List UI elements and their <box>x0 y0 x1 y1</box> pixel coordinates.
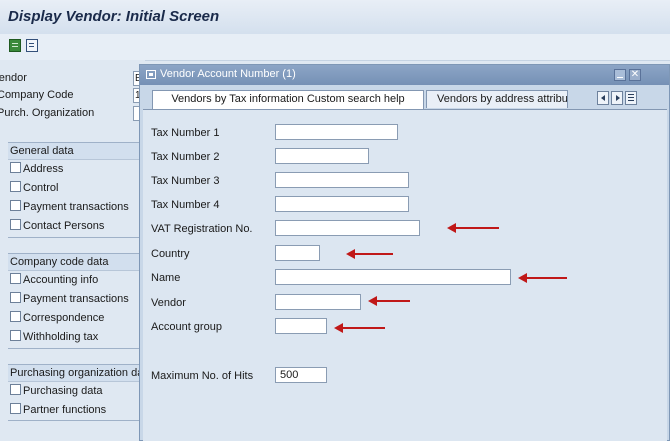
tab-scroll-left-icon[interactable] <box>597 91 609 105</box>
section-divider <box>8 420 139 421</box>
section-header: Purchasing organization data <box>8 365 152 382</box>
left-panel: Vendor E Company Code 1 Purch. Organizat… <box>0 60 152 441</box>
title-bar: Display Vendor: Initial Screen <box>0 0 670 34</box>
tax-number-3-input[interactable] <box>275 172 409 188</box>
checkbox-icon[interactable] <box>10 181 21 192</box>
checkbox-icon[interactable] <box>10 162 21 173</box>
page-title: Display Vendor: Initial Screen <box>8 8 220 25</box>
max-hits-label: Maximum No. of Hits <box>151 370 254 382</box>
checkbox-contact-persons[interactable]: Contact Persons <box>8 217 139 236</box>
checkbox-icon[interactable] <box>10 384 21 395</box>
vat-registration-input[interactable] <box>275 220 420 236</box>
tax-number-1-input[interactable] <box>275 124 398 140</box>
tab-scroll-right-icon[interactable] <box>611 91 623 105</box>
tax-number-3-label: Tax Number 3 <box>151 175 220 187</box>
section-divider <box>8 348 139 349</box>
close-icon[interactable]: ✕ <box>629 69 641 81</box>
tax-number-2-label: Tax Number 2 <box>151 151 220 163</box>
annotation-arrow-country <box>346 249 393 259</box>
checkbox-icon[interactable] <box>10 292 21 303</box>
checkbox-correspondence[interactable]: Correspondence <box>8 309 139 328</box>
window-icon <box>146 70 156 79</box>
annotation-arrow-vendor <box>368 296 410 306</box>
toolbar <box>0 34 670 61</box>
account-group-label: Account group <box>151 321 222 333</box>
section-divider <box>8 237 139 238</box>
purch-org-field-row: Purch. Organization <box>0 106 145 122</box>
tax-number-4-label: Tax Number 4 <box>151 199 220 211</box>
checkbox-icon[interactable] <box>10 403 21 414</box>
tab-list-icon[interactable] <box>625 91 637 105</box>
search-help-dialog: Vendor Account Number (1) ✕ Vendors by T… <box>139 64 670 441</box>
dialog-title: Vendor Account Number (1) <box>160 68 296 80</box>
tab-vendors-by-tax-info[interactable]: Vendors by Tax information Custom search… <box>152 90 424 109</box>
annotation-arrow-vat <box>447 223 499 233</box>
tab-body: Tax Number 1 Tax Number 2 Tax Number 3 T… <box>143 109 667 441</box>
checkbox-purchasing-data[interactable]: Purchasing data <box>8 382 139 401</box>
checkbox-icon[interactable] <box>10 311 21 322</box>
vat-registration-label: VAT Registration No. <box>151 223 253 235</box>
purch-org-label: Purch. Organization <box>0 107 95 119</box>
checkbox-icon[interactable] <box>10 273 21 284</box>
checkbox-icon[interactable] <box>10 200 21 211</box>
tax-number-1-label: Tax Number 1 <box>151 127 220 139</box>
list-icon[interactable] <box>26 39 38 52</box>
country-input[interactable] <box>275 245 320 261</box>
purchasing-org-data-section: Purchasing organization data Purchasing … <box>8 364 152 420</box>
checkbox-accounting-info[interactable]: Accounting info <box>8 271 139 290</box>
tax-number-4-input[interactable] <box>275 196 409 212</box>
checkbox-payment-transactions[interactable]: Payment transactions <box>8 198 139 217</box>
company-code-field-row: Company Code 1 <box>0 88 145 104</box>
max-hits-input[interactable]: 500 <box>275 367 327 383</box>
tab-strip: Vendors by Tax information Custom search… <box>140 85 669 109</box>
account-group-input[interactable] <box>275 318 327 334</box>
country-label: Country <box>151 248 190 260</box>
vendor-label: Vendor <box>0 72 27 84</box>
checkbox-icon[interactable] <box>10 330 21 341</box>
company-code-label: Company Code <box>0 89 74 101</box>
vendor-field-row: Vendor E <box>0 71 145 87</box>
annotation-arrow-account-group <box>334 323 385 333</box>
general-data-section: General data Address Control Payment tra… <box>8 142 139 236</box>
checkbox-partner-functions[interactable]: Partner functions <box>8 401 139 420</box>
company-code-data-section: Company code data Accounting info Paymen… <box>8 253 139 347</box>
minimize-icon[interactable] <box>614 69 626 81</box>
section-header: Company code data <box>8 254 139 271</box>
checkbox-withholding-tax[interactable]: Withholding tax <box>8 328 139 347</box>
tax-number-2-input[interactable] <box>275 148 369 164</box>
annotation-arrow-name <box>518 273 567 283</box>
name-label: Name <box>151 272 181 284</box>
name-input[interactable] <box>275 269 511 285</box>
tab-vendors-by-address[interactable]: Vendors by address attribu... <box>426 90 568 108</box>
checkbox-control[interactable]: Control <box>8 179 139 198</box>
checkbox-icon[interactable] <box>10 219 21 230</box>
dialog-title-bar[interactable]: Vendor Account Number (1) ✕ <box>140 65 669 85</box>
vendor-search-input[interactable] <box>275 294 361 310</box>
create-icon[interactable] <box>9 39 21 52</box>
checkbox-payment-transactions-cc[interactable]: Payment transactions <box>8 290 139 309</box>
vendor-search-label: Vendor <box>151 297 186 309</box>
checkbox-address[interactable]: Address <box>8 160 139 179</box>
section-header: General data <box>8 143 139 160</box>
